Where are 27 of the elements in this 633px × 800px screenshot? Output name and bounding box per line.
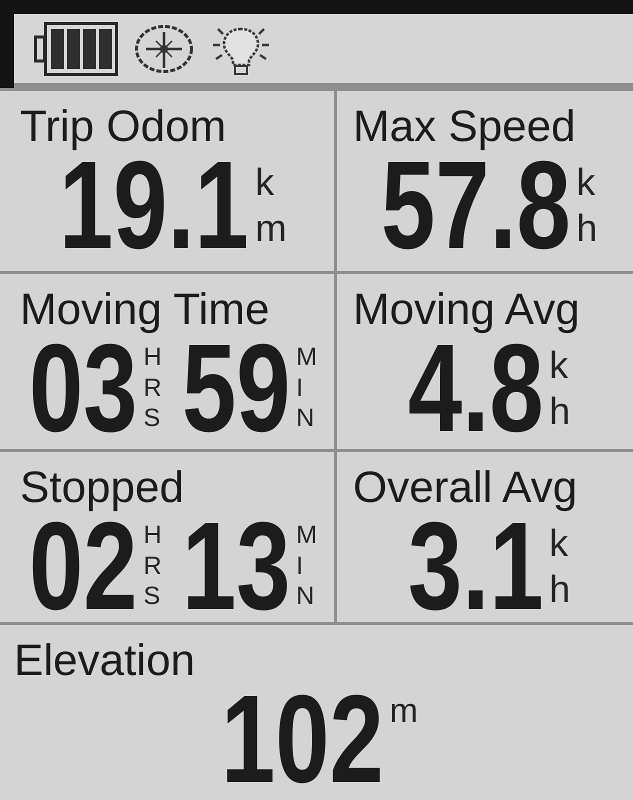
battery-icon [34,22,118,76]
unit-label: km [255,160,287,251]
reading-value: 59 [182,340,290,438]
field-label: Elevation [14,637,196,685]
unit-label: MIN [296,342,318,434]
field-label: Max Speed [353,103,576,151]
compass-icon [134,24,194,74]
reading-value: 3.1 [408,518,544,616]
field-label: Stopped [20,464,184,512]
reading-value: 03 [28,340,138,438]
unit-label: MIN [296,520,318,612]
field-label: Moving Time [20,286,270,334]
unit-label: m [390,693,418,729]
unit-label: kh [549,521,570,612]
reading-value: 4.8 [408,340,544,438]
field-label: Trip Odom [20,103,226,151]
unit-label: HRS [143,342,162,434]
unit-label: kh [549,343,570,434]
unit-label: kh [576,160,598,251]
reading-value: 102 [221,691,384,789]
reading-value: 57.8 [380,157,570,255]
field-label: Moving Avg [353,286,580,334]
field-label: Overall Avg [353,464,578,512]
reading-value: 13 [182,518,290,616]
reading-value: 02 [28,518,138,616]
reading-value: 19.1 [59,157,250,255]
unit-label: HRS [143,520,162,612]
